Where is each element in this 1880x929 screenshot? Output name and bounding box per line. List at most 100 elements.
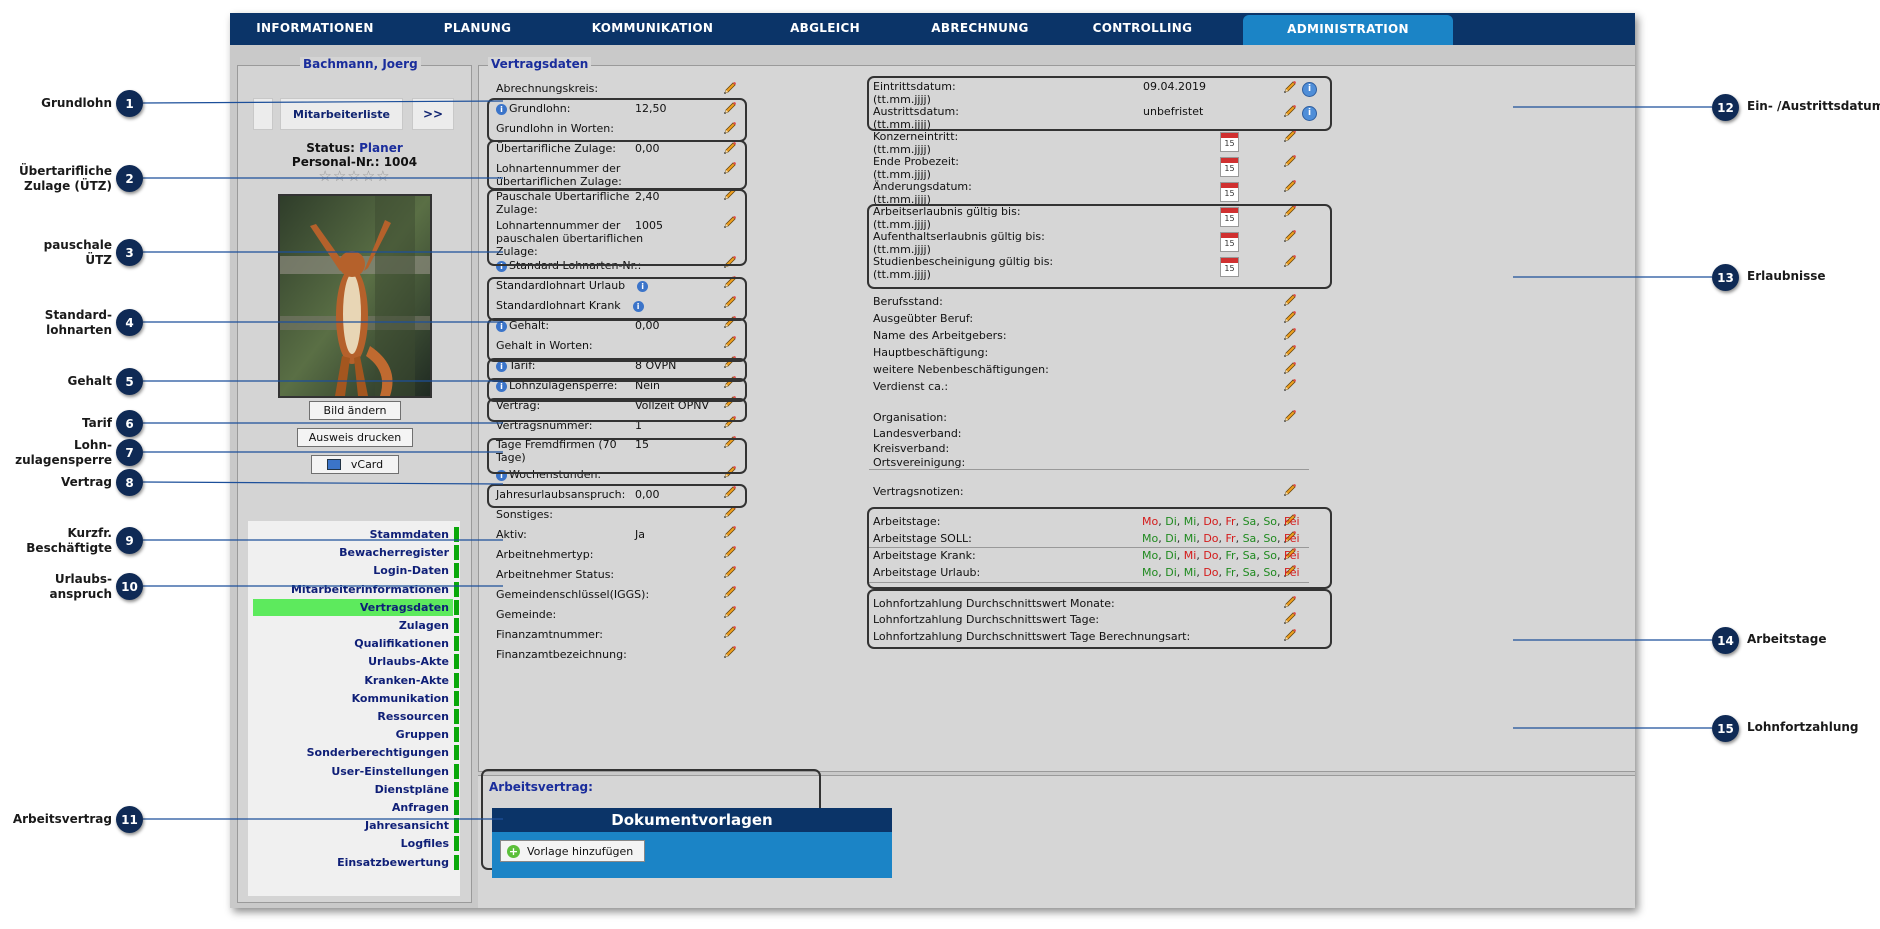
employee-name: Bachmann, Joerg (300, 57, 421, 71)
divider (869, 582, 1309, 583)
rating-stars[interactable]: ☆☆☆☆☆ (238, 167, 471, 185)
annotation-label: Ein- /Austrittsdatum (1747, 99, 1880, 113)
employee-list-button[interactable]: Mitarbeiterliste (280, 98, 403, 130)
pencil-icon[interactable] (722, 80, 738, 96)
field-value: Ja (635, 528, 645, 541)
annotation-badge: 1 (116, 90, 143, 117)
employee-status: Status: Planer (306, 141, 403, 155)
nav-administration[interactable]: ADMINISTRATION (1243, 15, 1453, 45)
back-button[interactable] (253, 98, 273, 130)
pencil-icon[interactable] (722, 604, 738, 620)
annotation-badge: 9 (116, 527, 143, 554)
field-label: Gemeindenschlüssel(IGGS): (496, 588, 650, 601)
pencil-icon[interactable] (722, 564, 738, 580)
field-label: Finanzamtbezeichnung: (496, 648, 627, 661)
pencil-icon[interactable] (1282, 377, 1298, 393)
vcard-button[interactable]: vCard (311, 455, 399, 474)
status-indicator (454, 727, 459, 743)
nav-abgleich[interactable]: ABGLEICH (750, 13, 900, 45)
status-indicator (454, 581, 459, 597)
annotation-badge: 10 (116, 573, 143, 600)
menu-item-kranken-akte[interactable]: Kranken-Akte (253, 672, 459, 689)
highlight-box (487, 438, 747, 474)
annotation-label: pauschale ÜTZ (43, 238, 112, 267)
menu-item-sonderberechtigungen[interactable]: Sonderberechtigungen (253, 744, 459, 761)
menu-item-dienstpläne[interactable]: Dienstpläne (253, 781, 459, 798)
menu-item-zulagen[interactable]: Zulagen (253, 617, 459, 634)
calendar-icon[interactable]: 15 (1220, 182, 1239, 202)
annotation-label: Kurzfr. Beschäftigte (26, 526, 112, 555)
menu-item-logfiles[interactable]: Logfiles (253, 835, 459, 852)
contract-data-panel: Vertragsdaten Abrechnungskreis: i Grundloh… (478, 57, 1635, 772)
menu-item-qualifikationen[interactable]: Qualifikationen (253, 635, 459, 652)
pencil-icon[interactable] (1282, 178, 1298, 194)
menu-item-kommunikation[interactable]: Kommunikation (253, 690, 459, 707)
field-label: Ausgeübter Beruf: (873, 312, 974, 325)
status-indicator (454, 599, 459, 615)
nav-controlling[interactable]: CONTROLLING (1060, 13, 1225, 45)
pencil-icon[interactable] (722, 584, 738, 600)
status-indicator (454, 563, 459, 579)
calendar-icon[interactable]: 15 (1220, 132, 1239, 152)
status-indicator (454, 709, 459, 724)
nav-informationen[interactable]: INFORMATIONEN (230, 13, 400, 45)
field-label: Änderungsdatum: (tt.mm.jjjj) (873, 180, 972, 206)
menu-item-einsatzbewertung[interactable]: Einsatzbewertung (253, 854, 459, 871)
status-indicator (454, 654, 459, 670)
field-label: Kreisverband: (873, 442, 950, 455)
employee-sidebar: Bachmann, Joerg Mitarbeiterliste >> Stat… (237, 57, 472, 903)
nav-planung[interactable]: PLANUNG (400, 13, 555, 45)
pencil-icon[interactable] (1282, 482, 1298, 498)
annotation-label: Tarif (82, 416, 112, 430)
pencil-icon[interactable] (1282, 326, 1298, 342)
highlight-box (867, 76, 1332, 131)
pencil-icon[interactable] (722, 624, 738, 640)
employee-photo (278, 194, 432, 398)
field-label: Vertragsnotizen: (873, 485, 964, 498)
field-label: Ende Probezeit: (tt.mm.jjjj) (873, 155, 959, 181)
next-employee-button[interactable]: >> (412, 98, 454, 130)
pencil-icon[interactable] (1282, 360, 1298, 376)
field-label: Berufsstand: (873, 295, 943, 308)
pencil-icon[interactable] (722, 524, 738, 540)
field-label: Ortsvereinigung: (873, 456, 966, 469)
pencil-icon[interactable] (1282, 408, 1298, 424)
menu-item-ressourcen[interactable]: Ressourcen (253, 708, 459, 725)
status-indicator (454, 781, 459, 797)
pencil-icon[interactable] (1282, 292, 1298, 308)
nav-kommunikation[interactable]: KOMMUNIKATION (555, 13, 750, 45)
annotation-badge: 7 (116, 439, 143, 466)
calendar-icon[interactable]: 15 (1220, 157, 1239, 177)
menu-item-jahresansicht[interactable]: Jahresansicht (253, 817, 459, 834)
highlight-box (867, 204, 1332, 289)
menu-item-mitarbeiterinformationen[interactable]: Mitarbeiterinformationen (253, 581, 459, 598)
field-label: Arbeitnehmer Status: (496, 568, 615, 581)
menu-item-user-einstellungen[interactable]: User-Einstellungen (253, 763, 459, 780)
annotation-label: Arbeitstage (1747, 632, 1827, 646)
menu-item-gruppen[interactable]: Gruppen (253, 726, 459, 743)
document-templates-box: Dokumentvorlagen + Vorlage hinzufügen (492, 808, 892, 878)
nav-abrechnung[interactable]: ABRECHNUNG (900, 13, 1060, 45)
change-image-button[interactable]: Bild ändern (309, 401, 401, 420)
menu-item-vertragsdaten[interactable]: Vertragsdaten (253, 598, 459, 616)
add-template-button[interactable]: + Vorlage hinzufügen (500, 840, 645, 862)
pencil-icon[interactable] (1282, 343, 1298, 359)
annotation-label: Gehalt (67, 374, 112, 388)
highlight-box (867, 589, 1332, 649)
status-indicator (454, 745, 459, 761)
pencil-icon[interactable] (1282, 153, 1298, 169)
pencil-icon[interactable] (722, 544, 738, 560)
menu-item-anfragen[interactable]: Anfragen (253, 799, 459, 816)
section-title: Vertragsdaten (488, 57, 592, 71)
pencil-icon[interactable] (1282, 309, 1298, 325)
app-window: INFORMATIONEN PLANUNG KOMMUNIKATION ABGLEIC… (230, 13, 1635, 908)
pencil-icon[interactable] (722, 644, 738, 660)
menu-item-login-daten[interactable]: Login-Daten (253, 562, 459, 579)
status-indicator (454, 527, 459, 542)
annotation-badge: 5 (116, 368, 143, 395)
menu-item-urlaubs-akte[interactable]: Urlaubs-Akte (253, 653, 459, 670)
print-id-button[interactable]: Ausweis drucken (297, 428, 413, 447)
menu-item-stammdaten[interactable]: Stammdaten (253, 526, 459, 543)
field-label: Konzerneintritt: (tt.mm.jjjj) (873, 130, 959, 156)
menu-item-bewacherregister[interactable]: Bewacherregister (253, 544, 459, 561)
